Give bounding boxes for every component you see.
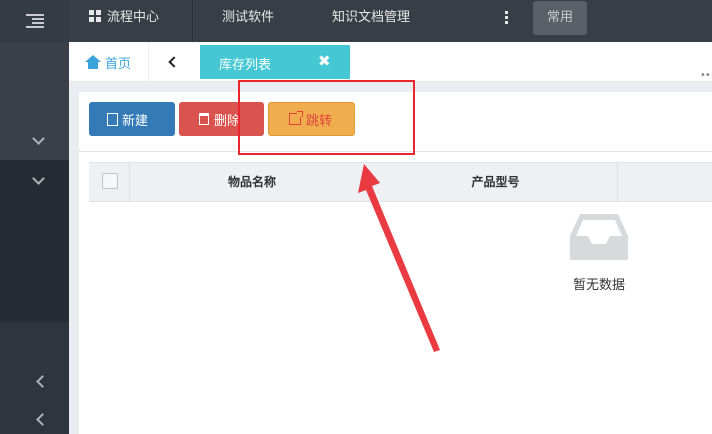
nav-item-label: 知识文档管理 xyxy=(332,10,411,25)
back-button[interactable] xyxy=(164,54,180,70)
select-all-cell xyxy=(89,163,130,201)
sidebar-menu-group-1[interactable] xyxy=(0,42,69,160)
chevron-left-icon xyxy=(168,56,180,68)
chevron-down-icon xyxy=(32,132,45,145)
top-navigation: 流程中心 测试软件 知识文档管理 常用 xyxy=(69,0,712,42)
more-vertical-icon[interactable] xyxy=(505,11,509,24)
grid-icon xyxy=(89,10,101,22)
table-header: 物品名称 产品型号 xyxy=(89,162,712,202)
sidebar-menu-group-2[interactable] xyxy=(0,160,69,322)
chevron-down-icon xyxy=(32,172,45,185)
empty-inbox-icon xyxy=(570,214,628,260)
menu-collapse-icon xyxy=(25,14,44,28)
tab-home-label: 首页 xyxy=(105,56,132,72)
home-icon xyxy=(85,55,101,69)
select-all-checkbox[interactable] xyxy=(102,173,118,189)
tab-label: 库存列表 xyxy=(219,58,272,73)
trash-icon xyxy=(199,113,209,125)
chevron-left-icon[interactable] xyxy=(36,375,49,388)
empty-state-text: 暂无数据 xyxy=(572,278,625,293)
nav-item-knowledge-docs[interactable]: 知识文档管理 xyxy=(332,0,410,42)
column-header-product-model[interactable]: 产品型号 xyxy=(374,163,618,201)
common-button[interactable]: 常用 xyxy=(533,1,587,35)
sidebar-toggle-button[interactable] xyxy=(0,0,69,42)
resize-handle-icon[interactable]: •• xyxy=(700,70,712,81)
nav-item-test-software[interactable]: 测试软件 xyxy=(222,0,274,42)
nav-item-label: 测试软件 xyxy=(222,10,275,25)
close-icon[interactable]: ✖ xyxy=(318,52,331,70)
delete-button-label: 删除 xyxy=(214,113,241,129)
nav-item-process-center[interactable]: 流程中心 xyxy=(89,0,159,42)
new-button-label: 新建 xyxy=(122,113,149,129)
tab-bar: 首页 库存列表 ✖ xyxy=(69,42,712,82)
new-button[interactable]: 新建 xyxy=(89,102,175,136)
nav-item-label: 流程中心 xyxy=(107,10,160,25)
column-header-item-name[interactable]: 物品名称 xyxy=(130,163,374,201)
nav-divider xyxy=(192,0,193,42)
tab-home[interactable]: 首页 xyxy=(69,42,149,82)
highlight-box xyxy=(238,80,415,155)
tab-inventory-list[interactable]: 库存列表 ✖ xyxy=(200,45,350,79)
chevron-left-icon[interactable] xyxy=(36,413,49,426)
file-icon xyxy=(107,112,118,126)
sidebar xyxy=(0,0,69,434)
